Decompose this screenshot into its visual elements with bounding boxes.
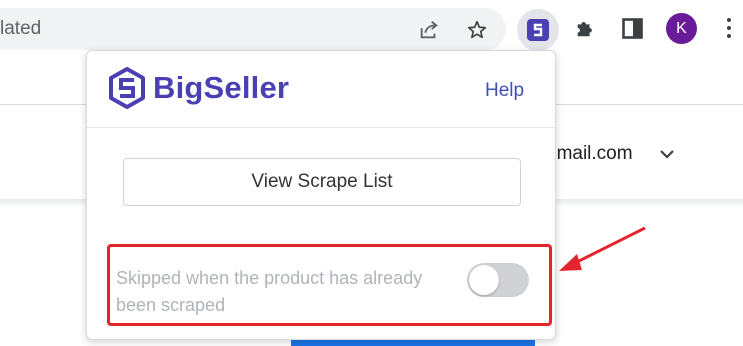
view-scrape-list-button[interactable]: View Scrape List bbox=[123, 158, 521, 206]
address-text[interactable]: lated bbox=[0, 18, 41, 40]
bigseller-logo-icon bbox=[109, 67, 145, 109]
bigseller-extension-button[interactable] bbox=[517, 9, 559, 51]
extensions-puzzle-icon[interactable] bbox=[574, 17, 596, 39]
account-email[interactable]: gmail.com bbox=[546, 143, 633, 165]
annotation-arrow-icon bbox=[559, 226, 646, 271]
address-bar[interactable]: lated bbox=[0, 8, 506, 50]
bigseller-extension-icon bbox=[527, 19, 549, 41]
chevron-down-icon[interactable] bbox=[659, 148, 675, 160]
popup-header: BigSeller Help bbox=[87, 51, 555, 128]
brand-name: BigSeller bbox=[153, 70, 290, 105]
annotation-highlight-box bbox=[107, 244, 552, 326]
help-link[interactable]: Help bbox=[485, 80, 524, 102]
side-panel-icon[interactable] bbox=[622, 18, 643, 39]
profile-avatar[interactable]: K bbox=[666, 13, 697, 44]
share-icon[interactable] bbox=[418, 19, 440, 41]
menu-kebab-icon[interactable] bbox=[727, 18, 731, 40]
bookmark-star-icon[interactable] bbox=[466, 19, 488, 41]
